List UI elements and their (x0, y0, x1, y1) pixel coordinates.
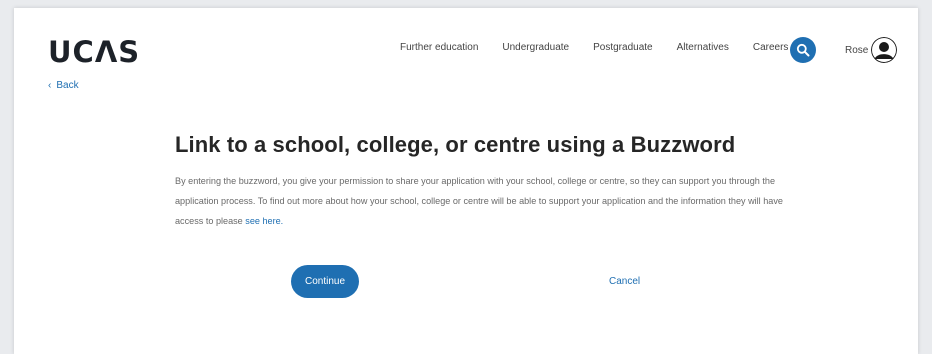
ucas-logo[interactable]: UCΛS (48, 35, 140, 69)
nav-item-alternatives[interactable]: Alternatives (677, 42, 729, 53)
nav-item-postgraduate[interactable]: Postgraduate (593, 42, 653, 53)
search-button[interactable] (790, 37, 816, 63)
page-title: Link to a school, college, or centre usi… (175, 132, 736, 157)
nav-item-careers[interactable]: Careers (753, 42, 789, 53)
search-icon (796, 43, 810, 57)
user-name[interactable]: Rose (845, 45, 868, 56)
nav-item-undergraduate[interactable]: Undergraduate (502, 42, 569, 53)
chevron-left-icon: ‹ (48, 79, 52, 91)
page-card: UCΛS ‹ Back Further education Undergradu… (14, 8, 918, 354)
back-link[interactable]: ‹ Back (48, 80, 79, 91)
description: By entering the buzzword, you give your … (175, 171, 785, 231)
main-nav: Further education Undergraduate Postgrad… (400, 42, 802, 53)
cancel-link[interactable]: Cancel (609, 276, 640, 287)
continue-button[interactable]: Continue (291, 265, 359, 298)
user-avatar-icon[interactable] (871, 37, 897, 63)
back-label: Back (56, 80, 79, 91)
nav-item-further-education[interactable]: Further education (400, 42, 478, 53)
see-here-link[interactable]: see here. (245, 216, 283, 226)
